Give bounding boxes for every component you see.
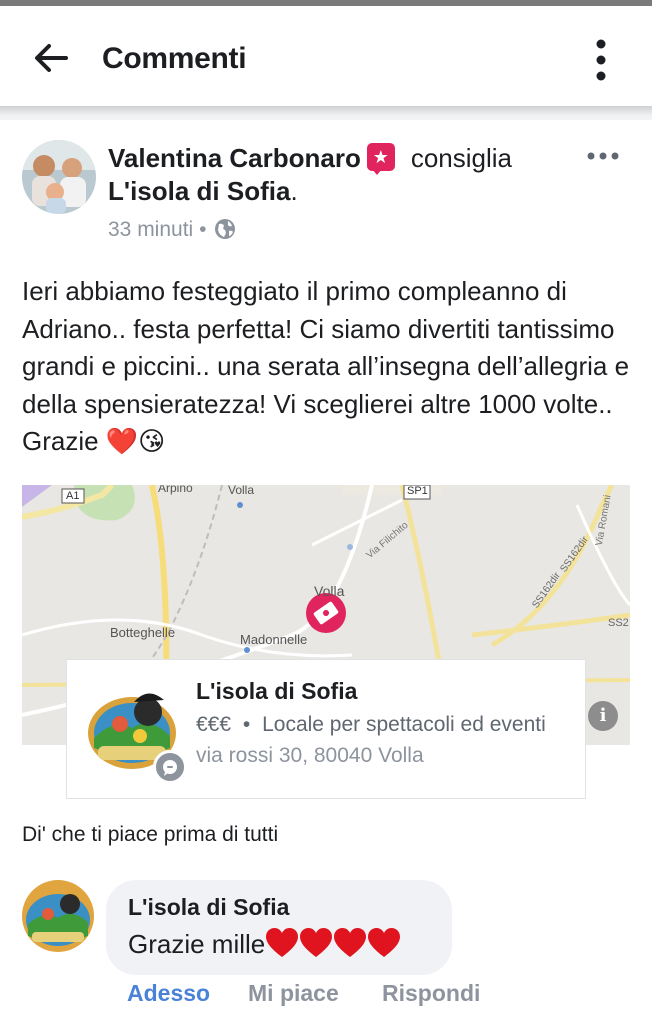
place-address: via rossi 30, 80040 Volla (196, 744, 424, 767)
map-label-sp1: SP1 (407, 485, 428, 497)
post-header-line: Valentina Carbonaro ★ consiglia L'isola di… (108, 142, 578, 208)
comment-like-button[interactable]: Mi piace (248, 980, 339, 1007)
recommended-page-link[interactable]: L'isola di Sofia (108, 176, 290, 206)
recommendation-icon: ★ (366, 143, 395, 175)
globe-icon (215, 219, 236, 239)
more-options-button[interactable] (584, 38, 618, 88)
place-category: Locale per spettacoli ed eventi (262, 713, 546, 736)
map-label-a1: A1 (66, 490, 80, 502)
header-divider (0, 106, 652, 120)
heart-icon (334, 928, 367, 957)
place-price: €€€ (196, 713, 232, 736)
comment-timestamp[interactable]: Adesso (127, 980, 210, 1007)
map-label-ss2: SS2 (608, 617, 629, 629)
back-button[interactable] (30, 36, 74, 80)
page-title: Commenti (102, 42, 247, 75)
map-label-volla: Volla (314, 583, 345, 599)
commenter-avatar[interactable] (22, 880, 94, 952)
place-meta: €€€ • Locale per spettacoli ed eventi (196, 713, 546, 737)
map-label-madonnelle: Madonnelle (240, 632, 308, 647)
app-header: Commenti (0, 6, 652, 106)
timestamp-separator: • (199, 218, 207, 241)
like-first-prompt[interactable]: Di' che ti piace prima di tutti (22, 823, 278, 847)
author-name[interactable]: Valentina Carbonaro (108, 143, 361, 173)
post-options-button[interactable] (586, 146, 620, 166)
comment-text-content: Grazie mille (128, 929, 266, 959)
heart-icon (300, 928, 333, 957)
map-info-icon[interactable]: i (588, 701, 618, 731)
heart-icon (368, 928, 401, 957)
message-page-button[interactable] (153, 750, 187, 784)
post-body-text: Ieri abbiamo festeggiato il primo comple… (22, 276, 630, 456)
map-label-botteghelle: Botteghelle (110, 625, 176, 640)
author-avatar[interactable] (22, 140, 96, 214)
heart-icon (266, 928, 299, 957)
arrow-left-icon (35, 44, 68, 72)
chat-bubble-icon (163, 760, 177, 776)
comment-reply-button[interactable]: Rispondi (382, 980, 480, 1007)
period: . (290, 176, 298, 206)
comment-author[interactable]: L'isola di Sofia (128, 894, 289, 921)
place-meta-separator: • (242, 713, 251, 736)
timestamp-text[interactable]: 33 minuti (108, 218, 193, 241)
more-vertical-icon (596, 39, 606, 81)
comment-text: Grazie mille (128, 927, 401, 960)
place-name[interactable]: L'isola di Sofia (196, 678, 357, 705)
more-horizontal-icon (587, 152, 619, 160)
map-label-volla-top: Volla (228, 485, 255, 497)
map-label-arpino: Arpino (158, 485, 193, 495)
recommends-verb: consiglia (410, 143, 513, 173)
post-timestamp: 33 minuti • (108, 218, 236, 242)
